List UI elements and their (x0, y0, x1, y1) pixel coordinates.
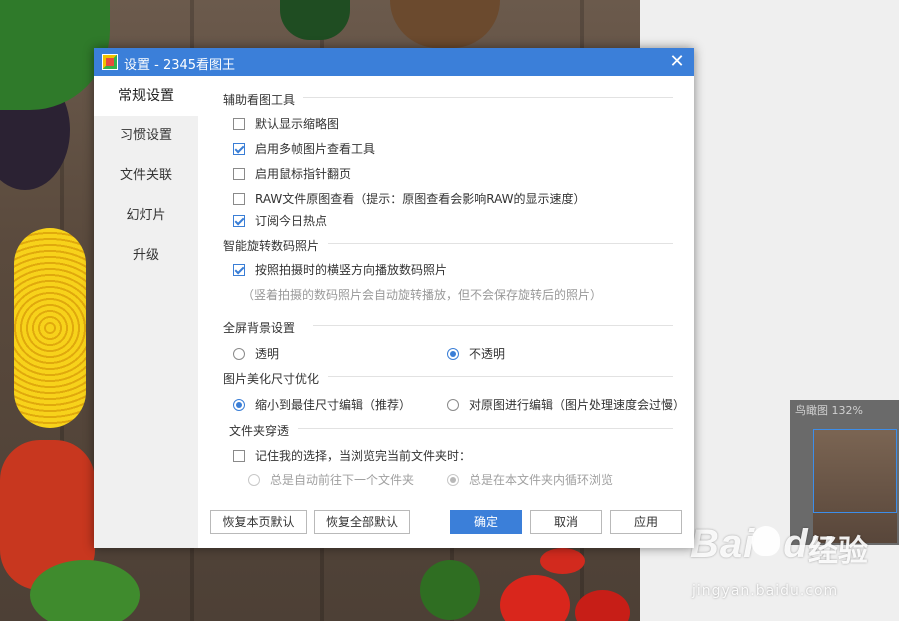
apply-button[interactable]: 应用 (610, 510, 682, 534)
option-label: 订阅今日热点 (255, 214, 328, 228)
option-opaque[interactable]: 不透明 (447, 345, 505, 362)
watermark-url: jingyan.baidu.com (692, 583, 839, 599)
option-subscribe-hot[interactable]: 订阅今日热点 (233, 212, 327, 229)
lettuce-image (30, 560, 140, 621)
tomato-image (500, 575, 570, 621)
option-label: 启用多帧图片查看工具 (255, 142, 376, 156)
option-label: 默认显示缩略图 (255, 117, 340, 131)
sidebar-item-slideshow[interactable]: 幻灯片 (94, 196, 198, 236)
option-next-folder[interactable]: 总是自动前往下一个文件夹 (248, 471, 414, 488)
option-shrink-best-size[interactable]: 缩小到最佳尺寸编辑（推荐） (233, 396, 411, 413)
section-title-beautify: 图片美化尺寸优化 (223, 372, 320, 386)
option-loop-folder[interactable]: 总是在本文件夹内循环浏览 (447, 471, 613, 488)
checkbox[interactable] (233, 117, 245, 130)
restore-all-default-button[interactable]: 恢复全部默认 (314, 510, 410, 534)
option-label: 记住我的选择，当浏览完当前文件夹时： (255, 449, 472, 463)
option-label: 启用鼠标指针翻页 (255, 167, 352, 181)
option-edit-original[interactable]: 对原图进行编辑（图片处理速度会过慢） (447, 396, 685, 413)
divider (303, 97, 673, 98)
checkbox[interactable] (233, 449, 245, 462)
rotate-hint: （竖着拍摄的数码照片会自动旋转播放，但不会保存旋转后的照片） (242, 288, 603, 302)
radio-disabled[interactable] (248, 473, 260, 486)
option-label: 总是自动前往下一个文件夹 (270, 473, 415, 487)
restore-page-default-button[interactable]: 恢复本页默认 (210, 510, 307, 534)
section-title-aux-tools: 辅助看图工具 (223, 93, 296, 107)
option-label: 总是在本文件夹内循环浏览 (469, 473, 614, 487)
option-auto-rotate[interactable]: 按照拍摄时的横竖方向播放数码照片 (233, 261, 447, 278)
radio[interactable] (447, 398, 459, 411)
option-multiframe-tool[interactable]: 启用多帧图片查看工具 (233, 140, 375, 157)
title-bar[interactable]: 设置 - 2345看图王 ✕ (94, 48, 694, 76)
sidebar-item-upgrade[interactable]: 升级 (94, 236, 198, 276)
option-label: 按照拍摄时的横竖方向播放数码照片 (255, 263, 448, 277)
divider (328, 376, 673, 377)
tomato-image (575, 590, 630, 621)
radio-disabled-selected[interactable] (447, 473, 459, 486)
option-show-thumbnails[interactable]: 默认显示缩略图 (233, 115, 339, 132)
checkbox-checked[interactable] (233, 142, 245, 155)
sidebar-item-habits[interactable]: 习惯设置 (94, 116, 198, 156)
checkbox-checked[interactable] (233, 214, 245, 227)
corn-image (14, 228, 86, 428)
checkbox-checked[interactable] (233, 263, 245, 276)
close-button[interactable]: ✕ (666, 51, 688, 73)
sidebar-item-general[interactable]: 常规设置 (94, 76, 198, 116)
settings-content: 辅助看图工具 默认显示缩略图 启用多帧图片查看工具 启用鼠标指针翻页 RAW文件… (198, 76, 694, 548)
option-label: 不透明 (469, 347, 506, 361)
dialog-title: 设置 - 2345看图王 (124, 58, 236, 73)
divider (313, 325, 673, 326)
tomato-image (540, 548, 585, 574)
settings-sidebar: 常规设置 习惯设置 文件关联 幻灯片 升级 (94, 76, 198, 548)
ok-button[interactable]: 确定 (450, 510, 522, 534)
radio-selected[interactable] (233, 398, 245, 411)
option-label: RAW文件原图查看（提示：原图查看会影响RAW的显示速度） (255, 192, 586, 206)
radio[interactable] (233, 347, 245, 360)
option-label: 缩小到最佳尺寸编辑（推荐） (255, 398, 412, 412)
section-title-fullscreen-bg: 全屏背景设置 (223, 321, 296, 335)
option-mouse-paging[interactable]: 启用鼠标指针翻页 (233, 165, 351, 182)
app-icon (102, 54, 118, 70)
navigator-viewport-frame[interactable] (813, 429, 897, 513)
navigator-title: 鸟瞰图 132% (795, 404, 863, 417)
herb-image (420, 560, 480, 620)
option-transparent[interactable]: 透明 (233, 345, 279, 362)
coconut-image (390, 0, 500, 48)
section-title-folder: 文件夹穿透 (229, 424, 290, 438)
checkbox[interactable] (233, 167, 245, 180)
paw-icon (752, 526, 780, 556)
option-remember-choice[interactable]: 记住我的选择，当浏览完当前文件夹时： (233, 447, 471, 464)
radio-selected[interactable] (447, 347, 459, 360)
section-title-rotate: 智能旋转数码照片 (223, 239, 320, 253)
sidebar-item-file-association[interactable]: 文件关联 (94, 156, 198, 196)
option-label: 对原图进行编辑（图片处理速度会过慢） (469, 398, 686, 412)
watermark-cn: 经验 (808, 534, 868, 569)
checkbox[interactable] (233, 192, 245, 205)
baidu-watermark: Bai du 经验 jingyan.baidu.com (690, 520, 890, 620)
cucumber-image (280, 0, 350, 40)
option-raw-original[interactable]: RAW文件原图查看（提示：原图查看会影响RAW的显示速度） (233, 190, 586, 207)
divider (298, 428, 673, 429)
divider (328, 243, 673, 244)
cancel-button[interactable]: 取消 (530, 510, 602, 534)
option-label: 透明 (255, 347, 280, 361)
settings-dialog: 设置 - 2345看图王 ✕ 常规设置 习惯设置 文件关联 幻灯片 升级 辅助看… (94, 48, 694, 548)
